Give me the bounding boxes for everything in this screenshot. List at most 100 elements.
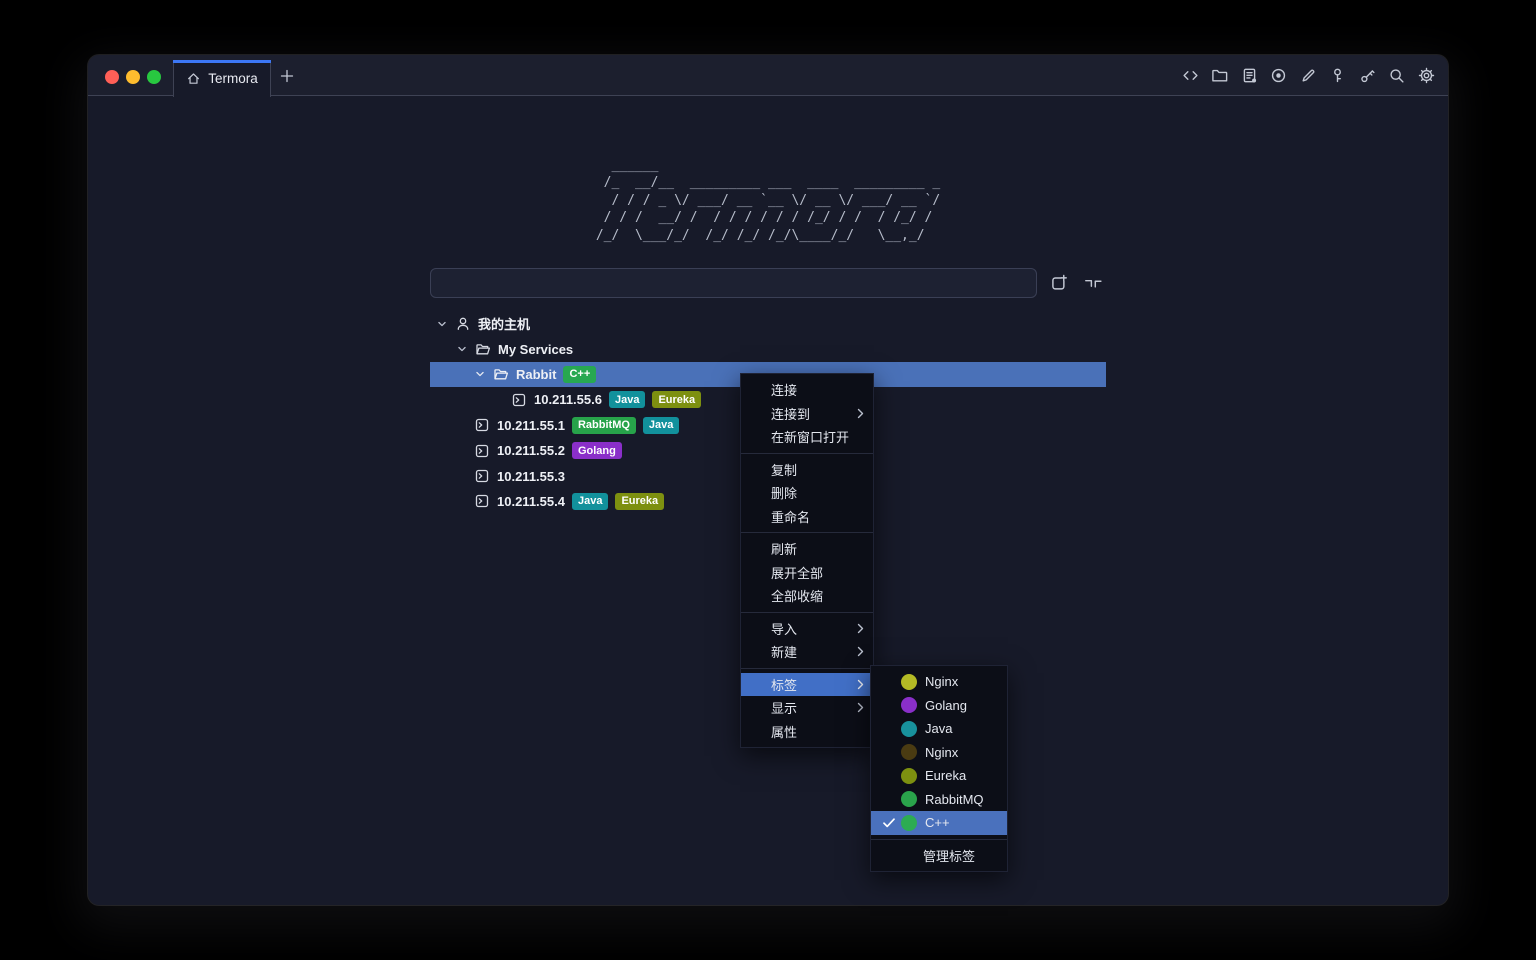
tag-color-dot <box>901 721 917 737</box>
chevron-down-icon[interactable] <box>434 317 450 331</box>
menu-item-manage-tags[interactable]: 管理标签 <box>871 844 1007 868</box>
tree-item-label: 10.211.55.1 <box>497 418 565 433</box>
menu-separator <box>741 668 873 669</box>
tag-badge: C++ <box>563 366 596 383</box>
add-host-button[interactable] <box>1046 271 1071 296</box>
menu-item-connect-to[interactable]: 连接到 <box>741 402 873 426</box>
tag-color-dot <box>901 791 917 807</box>
traffic-lights <box>105 70 161 84</box>
menu-item-collapse-all[interactable]: 全部收缩 <box>741 584 873 608</box>
menu-item-label: 连接到 <box>771 404 810 423</box>
menu-item-properties[interactable]: 属性 <box>741 720 873 744</box>
chevron-right-icon <box>857 623 864 634</box>
home-icon <box>186 71 201 86</box>
chevron-down-icon[interactable] <box>454 342 470 356</box>
log-icon[interactable] <box>1240 67 1258 85</box>
close-window-button[interactable] <box>105 70 119 84</box>
terminal-icon <box>510 392 528 408</box>
settings-icon[interactable] <box>1417 67 1435 85</box>
chevron-right-icon <box>857 408 864 419</box>
tree-item-label: 10.211.55.3 <box>497 469 565 484</box>
tag-menu-label: RabbitMQ <box>925 792 984 807</box>
tab-termora[interactable]: Termora <box>173 60 271 97</box>
tag-badge: Java <box>609 391 645 408</box>
app-window: Termora <box>88 55 1448 905</box>
context-menu: 连接 连接到 在新窗口打开 复制 删除 重命名 刷新 展开全部 全部收缩 导入 … <box>740 373 874 748</box>
menu-item-refresh[interactable]: 刷新 <box>741 537 873 561</box>
new-tab-button[interactable] <box>278 67 296 85</box>
quick-connect-row <box>430 268 1106 298</box>
code-icon[interactable] <box>1181 67 1199 85</box>
active-tab-indicator <box>173 60 271 63</box>
tag-color-dot <box>901 697 917 713</box>
check-icon <box>883 818 897 828</box>
tag-badge: Golang <box>572 442 622 459</box>
menu-item-label: 删除 <box>771 483 797 502</box>
zoom-window-button[interactable] <box>147 70 161 84</box>
user-icon <box>454 316 472 332</box>
menu-item-rename[interactable]: 重命名 <box>741 505 873 529</box>
tree-row-my-services[interactable]: My Services <box>430 336 1106 361</box>
quick-connect-input[interactable] <box>430 268 1037 298</box>
record-icon[interactable] <box>1270 67 1288 85</box>
ascii-logo: ______ /_ __/__ _________ ___ ____ _____… <box>88 157 1448 244</box>
menu-item-label: 复制 <box>771 460 797 479</box>
menu-item-label: 展开全部 <box>771 563 823 582</box>
menu-item-tags[interactable]: 标签 <box>741 673 873 697</box>
tag-menu-item-java[interactable]: Java <box>871 717 1007 741</box>
tag-menu-item-golang[interactable]: Golang <box>871 694 1007 718</box>
menu-item-label: 导入 <box>771 619 797 638</box>
menu-item-label: 全部收缩 <box>771 586 823 605</box>
menu-item-label: 重命名 <box>771 507 810 526</box>
menu-item-display[interactable]: 显示 <box>741 696 873 720</box>
menu-item-label: 显示 <box>771 698 797 717</box>
menu-item-label: 连接 <box>771 380 797 399</box>
menu-separator <box>741 453 873 454</box>
terminal-icon <box>473 417 491 433</box>
chevron-right-icon <box>857 679 864 690</box>
search-icon[interactable] <box>1388 67 1406 85</box>
titlebar-toolbar <box>1181 55 1435 96</box>
tag-menu-item-rabbitmq[interactable]: RabbitMQ <box>871 788 1007 812</box>
tag-menu-item-eureka[interactable]: Eureka <box>871 764 1007 788</box>
tag-menu-item-nginx[interactable]: Nginx <box>871 670 1007 694</box>
tag-menu-label: Golang <box>925 698 967 713</box>
folder-icon[interactable] <box>1211 67 1229 85</box>
key-icon[interactable] <box>1329 67 1347 85</box>
menu-item-copy[interactable]: 复制 <box>741 458 873 482</box>
tree-item-label: 10.211.55.4 <box>497 494 565 509</box>
tree-item-label: My Services <box>498 342 573 357</box>
menu-item-import[interactable]: 导入 <box>741 617 873 641</box>
tag-badge: RabbitMQ <box>572 417 636 434</box>
tag-submenu: Nginx Golang Java Nginx Eureka RabbitMQ <box>870 665 1008 872</box>
terminal-icon <box>473 443 491 459</box>
tag-menu-label: Java <box>925 721 952 736</box>
tree-row-my-hosts[interactable]: 我的主机 <box>430 311 1106 336</box>
menu-item-expand-all[interactable]: 展开全部 <box>741 561 873 585</box>
menu-item-label: 新建 <box>771 642 797 661</box>
tag-menu-item-nginx-2[interactable]: Nginx <box>871 741 1007 765</box>
chevron-down-icon[interactable] <box>472 367 488 381</box>
tag-color-dot <box>901 744 917 760</box>
tag-badge: Eureka <box>615 493 664 510</box>
terminal-icon <box>473 468 491 484</box>
menu-item-connect[interactable]: 连接 <box>741 378 873 402</box>
tag-color-dot <box>901 768 917 784</box>
tag-badge: Java <box>572 493 608 510</box>
menu-item-delete[interactable]: 删除 <box>741 481 873 505</box>
menu-item-new[interactable]: 新建 <box>741 640 873 664</box>
minimize-window-button[interactable] <box>126 70 140 84</box>
menu-separator <box>871 839 1007 840</box>
tag-menu-label: Eureka <box>925 768 966 783</box>
branch-icon[interactable] <box>1358 67 1376 85</box>
tree-item-label: 10.211.55.2 <box>497 443 565 458</box>
layout-toggle-button[interactable] <box>1080 271 1105 296</box>
menu-item-label: 属性 <box>771 722 797 741</box>
tag-menu-label: C++ <box>925 815 950 830</box>
folder-open-icon <box>492 366 510 382</box>
edit-icon[interactable] <box>1299 67 1317 85</box>
menu-item-open-in-new-window[interactable]: 在新窗口打开 <box>741 425 873 449</box>
tree-item-label: Rabbit <box>516 367 556 382</box>
tag-menu-item-cpp[interactable]: C++ <box>871 811 1007 835</box>
tag-color-dot <box>901 815 917 831</box>
